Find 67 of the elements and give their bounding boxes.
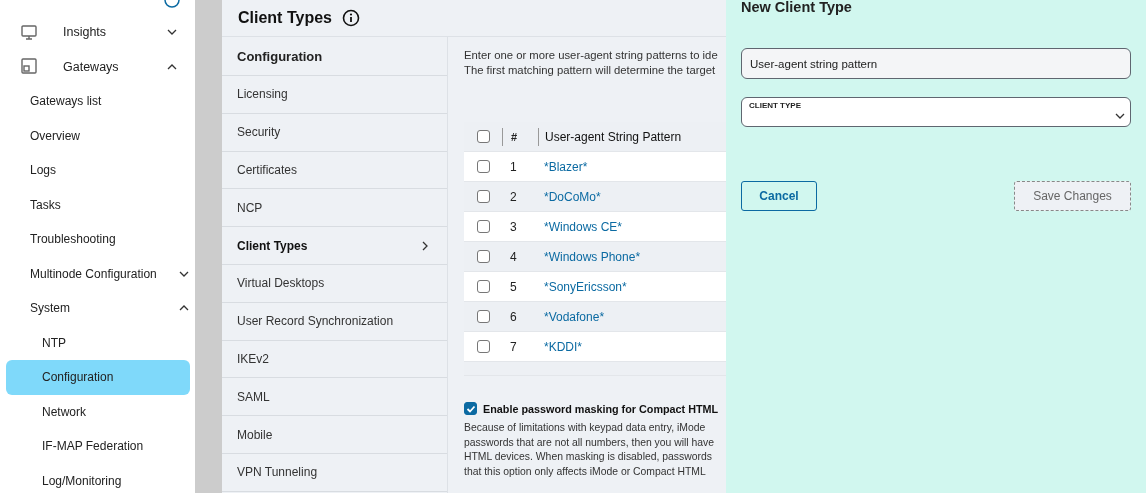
- description-text: Because of limitations with keypad data entry, iMode: [464, 421, 707, 435]
- pattern-link[interactable]: *Windows Phone*: [544, 249, 641, 264]
- sidebar-item[interactable]: NTP: [6, 325, 190, 360]
- panel-title: New Client Type: [741, 0, 853, 17]
- row-number: 5: [510, 279, 517, 294]
- nav-item[interactable]: NCP: [222, 189, 447, 228]
- pattern-field[interactable]: User-agent string pattern: [741, 48, 1131, 79]
- nav-item[interactable]: Security: [222, 113, 447, 152]
- row-checkbox[interactable]: [476, 340, 490, 353]
- row-number: 6: [510, 309, 517, 324]
- info-icon: [164, 0, 180, 8]
- nav-item[interactable]: Mobile: [222, 416, 447, 454]
- sidebar-item[interactable]: Logs: [6, 153, 190, 188]
- pattern-link[interactable]: *DoCoMo*: [544, 189, 601, 204]
- intro-text: The first matching pattern will determine the target: [464, 63, 717, 78]
- sidebar-item[interactable]: Overview: [6, 118, 190, 153]
- column-header: User-agent String Pattern: [545, 129, 682, 144]
- monitor-icon: [21, 23, 37, 41]
- nav-item[interactable]: Certificates: [222, 151, 447, 190]
- row-checkbox[interactable]: [476, 160, 490, 173]
- sidebar-item[interactable]: Multinode Configuration: [6, 256, 190, 291]
- row-checkbox[interactable]: [476, 250, 490, 263]
- client-type-select[interactable]: CLIENT TYPE: [741, 97, 1131, 127]
- cancel-button[interactable]: Cancel: [741, 181, 817, 211]
- select-all-checkbox[interactable]: [476, 130, 490, 143]
- row-checkbox[interactable]: [476, 220, 490, 233]
- nav-item[interactable]: IKEv2: [222, 340, 447, 379]
- row-checkbox[interactable]: [476, 310, 490, 323]
- sidebar-item[interactable]: Troubleshooting: [6, 222, 190, 257]
- window-icon: [21, 58, 37, 76]
- row-number: 7: [510, 339, 517, 354]
- description-text: HTML devices. When masking is disabled, passwords: [464, 450, 713, 464]
- nav-item[interactable]: Licensing: [222, 76, 447, 114]
- pattern-link[interactable]: *KDDI*: [544, 339, 582, 354]
- nav-item[interactable]: User Record Synchronization: [222, 302, 447, 341]
- pattern-link[interactable]: *Windows CE*: [544, 219, 623, 234]
- sidebar-item[interactable]: System: [6, 291, 190, 326]
- row-number: 1: [510, 159, 517, 174]
- sidebar-item[interactable]: Insights: [6, 15, 190, 50]
- sidebar-item[interactable]: Network: [6, 394, 190, 429]
- pattern-link[interactable]: *Blazer*: [544, 159, 588, 174]
- row-checkbox[interactable]: [476, 280, 490, 293]
- row-number: 4: [510, 249, 517, 264]
- nav-heading: Configuration: [222, 37, 447, 76]
- column-header: #: [511, 130, 518, 143]
- nav-item[interactable]: Virtual Desktops: [222, 265, 447, 303]
- sidebar-item[interactable]: Gateways list: [6, 84, 190, 119]
- sidebar-item[interactable]: Configuration: [6, 360, 190, 395]
- nav-item[interactable]: SAML: [222, 378, 447, 417]
- pattern-link[interactable]: *Vodafone*: [544, 309, 605, 324]
- nav-item[interactable]: VPN Tunneling: [222, 453, 447, 492]
- nav-item[interactable]: Client Types: [222, 227, 447, 265]
- sidebar-item[interactable]: Log/Monitoring: [6, 463, 190, 493]
- sidebar-item[interactable]: IF-MAP Federation: [6, 429, 190, 464]
- row-number: 2: [510, 189, 517, 204]
- info-icon: [341, 9, 360, 27]
- pattern-link[interactable]: *SonyEricsson*: [544, 279, 627, 294]
- masking-label: Enable password masking for Compact HTML: [483, 402, 719, 415]
- page-title: Client Types: [238, 9, 332, 27]
- description-text: passwords that are not all numbers, then you will have: [464, 435, 716, 450]
- sidebar-item[interactable]: Tasks: [6, 187, 190, 222]
- row-checkbox[interactable]: [476, 190, 490, 203]
- masking-checkbox[interactable]: [464, 402, 477, 415]
- sidebar-item[interactable]: Gateways: [6, 49, 190, 84]
- description-text: that this option only affects iMode or Compact HTML: [464, 464, 707, 479]
- intro-text: Enter one or more user-agent string patterns to ide: [464, 48, 719, 63]
- row-number: 3: [510, 219, 517, 234]
